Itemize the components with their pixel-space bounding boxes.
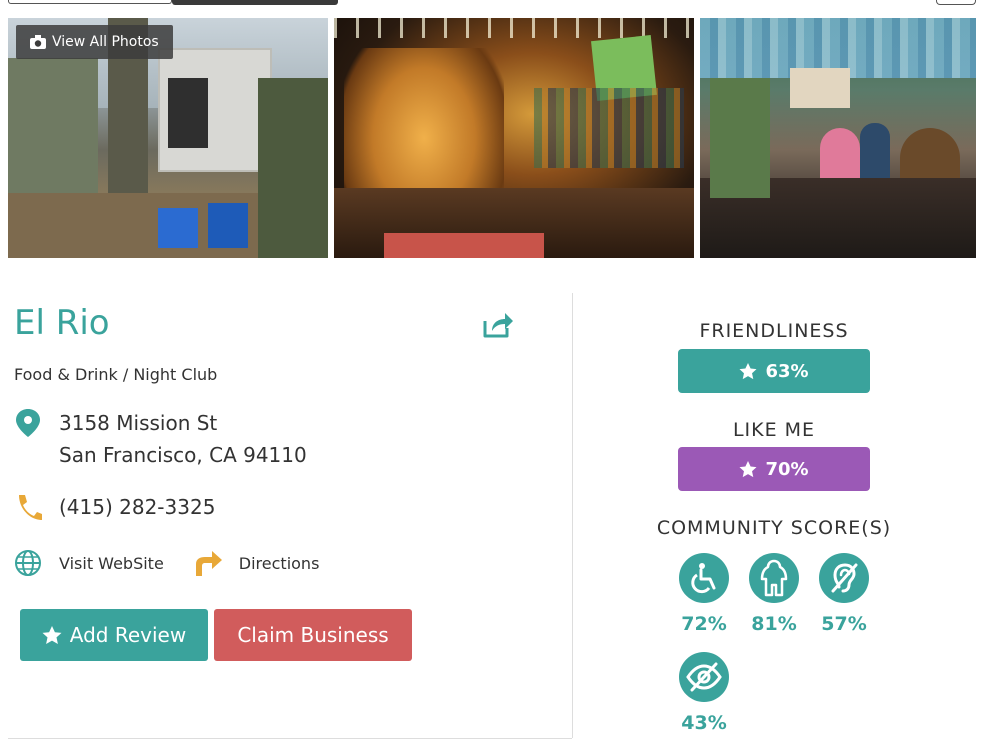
body-icon	[760, 559, 788, 597]
tab-active[interactable]	[172, 0, 338, 5]
address-line1: 3158 Mission St	[59, 411, 218, 435]
star-icon	[42, 625, 62, 644]
ratings-panel: FRIENDLINESS 63% LIKE ME 70% COMMUNITY S…	[580, 293, 968, 753]
bottom-divider	[8, 738, 572, 739]
address-row: 3158 Mission St San Francisco, CA 94110	[14, 407, 307, 471]
business-info: El Rio Food & Drink / Night Club 3158 Mi…	[0, 293, 572, 738]
add-review-label: Add Review	[69, 623, 187, 647]
directions-icon[interactable]	[194, 550, 222, 576]
wheelchair-icon	[691, 563, 716, 594]
view-all-photos-button[interactable]: View All Photos	[16, 25, 173, 59]
top-tab-bar	[8, 0, 338, 5]
likeme-heading: LIKE ME	[732, 419, 816, 441]
claim-business-label: Claim Business	[237, 623, 389, 647]
tab-left[interactable]	[8, 0, 172, 4]
community-score-body: 81%	[739, 553, 809, 635]
deaf-icon	[831, 563, 858, 593]
community-score-wheelchair: 72%	[669, 553, 739, 635]
website-link[interactable]: Visit WebSite	[59, 554, 164, 573]
view-all-label: View All Photos	[52, 34, 159, 50]
star-icon	[739, 460, 757, 477]
links-row: Visit WebSite Directions	[14, 549, 319, 577]
deaf-score: 57%	[821, 613, 867, 635]
add-review-button[interactable]: Add Review	[20, 609, 208, 661]
photo-patio[interactable]: View All Photos	[8, 18, 328, 258]
business-name: El Rio	[14, 303, 110, 343]
phone-icon	[19, 495, 42, 520]
community-score-blind: 43%	[669, 652, 739, 734]
community-score-deaf: 57%	[809, 553, 879, 635]
wheelchair-score: 72%	[681, 613, 727, 635]
phone-number[interactable]: (415) 282-3325	[59, 491, 215, 523]
globe-icon[interactable]	[14, 549, 42, 577]
friendliness-value: 63%	[765, 360, 809, 382]
body-score: 81%	[751, 613, 797, 635]
photo-stage-performance[interactable]	[700, 18, 976, 258]
community-heading: COMMUNITY SCORE(S)	[656, 517, 892, 539]
map-pin-icon	[16, 409, 40, 437]
claim-business-button[interactable]: Claim Business	[214, 609, 412, 661]
camera-icon	[30, 35, 46, 49]
star-icon	[739, 362, 757, 379]
address-line2: San Francisco, CA 94110	[59, 443, 307, 467]
friendliness-score: 63%	[678, 349, 870, 393]
blind-score: 43%	[681, 712, 727, 734]
top-right-control[interactable]	[936, 0, 976, 5]
blind-icon	[686, 662, 722, 692]
directions-link[interactable]: Directions	[239, 554, 320, 573]
photo-beer-glass[interactable]	[334, 18, 694, 258]
friendliness-heading: FRIENDLINESS	[699, 320, 849, 342]
share-icon[interactable]	[482, 309, 514, 339]
column-divider	[572, 293, 573, 738]
phone-row: (415) 282-3325	[14, 491, 215, 523]
likeme-score: 70%	[678, 447, 870, 491]
business-category: Food & Drink / Night Club	[14, 365, 218, 384]
likeme-value: 70%	[765, 458, 809, 480]
